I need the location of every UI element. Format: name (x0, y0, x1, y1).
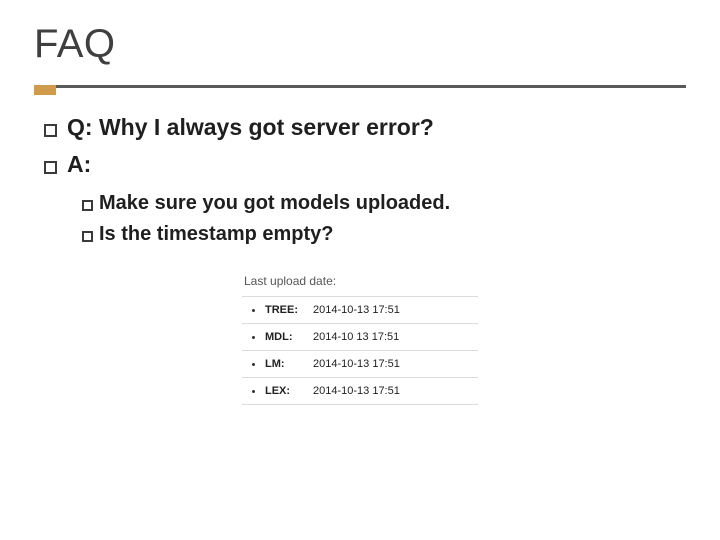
square-bullet-icon (44, 161, 57, 174)
faq-answer-item: Is the timestamp empty? (82, 223, 686, 246)
upload-date-label: LEX: (265, 385, 313, 397)
faq-answer-text: A: (67, 151, 91, 178)
upload-date-value: 2014-10-13 17:51 (313, 358, 400, 370)
upload-date-value: 2014-10-13 17:51 (313, 385, 400, 397)
faq-answer-item-text: Make sure you got models uploaded. (99, 192, 450, 215)
upload-date-panel: Last upload date: TREE: 2014-10-13 17:51… (242, 274, 478, 405)
faq-answer: A: (44, 151, 686, 178)
upload-date-row: LM: 2014-10-13 17:51 (242, 350, 478, 377)
title-rule (34, 85, 686, 88)
dot-bullet-icon (252, 363, 255, 366)
upload-date-row: LEX: 2014-10-13 17:51 (242, 377, 478, 405)
upload-date-label: MDL: (265, 331, 313, 343)
page-title: FAQ (34, 22, 686, 67)
dot-bullet-icon (252, 390, 255, 393)
square-bullet-icon (82, 231, 93, 242)
square-bullet-icon (82, 200, 93, 211)
upload-date-row: TREE: 2014-10-13 17:51 (242, 296, 478, 323)
dot-bullet-icon (252, 309, 255, 312)
faq-question-text: Q: Why I always got server error? (67, 114, 434, 141)
upload-date-value: 2014-10 13 17:51 (313, 331, 399, 343)
square-bullet-icon (44, 124, 57, 137)
upload-date-value: 2014-10-13 17:51 (313, 304, 400, 316)
upload-date-row: MDL: 2014-10 13 17:51 (242, 323, 478, 350)
faq-answer-item-text: Is the timestamp empty? (99, 223, 334, 246)
dot-bullet-icon (252, 336, 255, 339)
upload-date-label: TREE: (265, 304, 313, 316)
faq-answer-item: Make sure you got models uploaded. (82, 192, 686, 215)
faq-question: Q: Why I always got server error? (44, 114, 686, 141)
upload-date-label: LM: (265, 358, 313, 370)
upload-date-heading: Last upload date: (242, 274, 478, 288)
